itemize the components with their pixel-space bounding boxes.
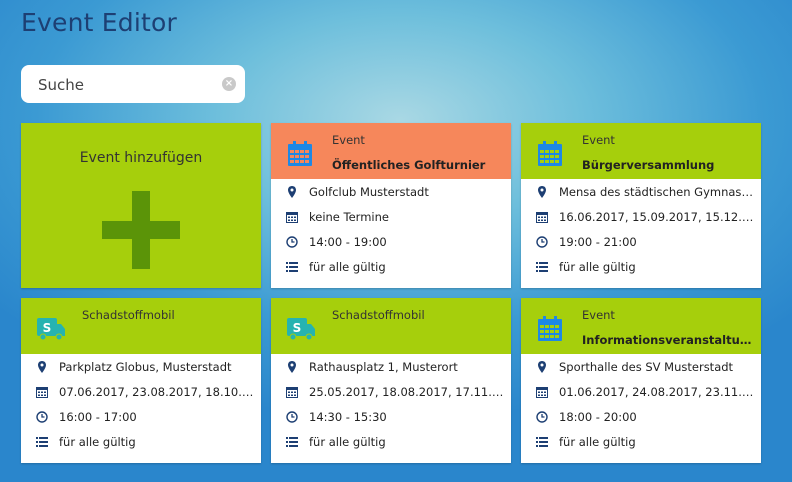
card-header: Event Bürgerversammlung: [521, 123, 761, 179]
card-time-row: 18:00 - 20:00: [521, 408, 761, 428]
card-validity: für alle gültig: [309, 435, 386, 449]
card-dates: 07.06.2017, 23.08.2017, 18.10.20...: [59, 385, 255, 399]
card-time-row: 14:30 - 15:30: [271, 408, 511, 428]
card-header: S Schadstoffmobil: [271, 298, 511, 354]
card-time-row: 19:00 - 21:00: [521, 233, 761, 253]
add-event-label: Event hinzufügen: [79, 150, 203, 166]
card-validity-row: für alle gültig: [21, 433, 261, 453]
event-card[interactable]: Event Öffentliches Golfturnier Golfclub …: [271, 123, 511, 288]
event-card[interactable]: S Schadstoffmobil Rathausplatz 1, Muster…: [271, 298, 511, 463]
card-dates: 01.06.2017, 24.08.2017, 23.11.20...: [559, 385, 755, 399]
truck-icon: S: [287, 318, 315, 341]
map-marker-icon: [288, 186, 296, 198]
page-title: Event Editor: [21, 8, 177, 37]
card-validity-row: für alle gültig: [521, 433, 761, 453]
calendar-icon: [538, 141, 562, 166]
plus-icon-bar: [102, 221, 180, 239]
card-type: Schadstoffmobil: [82, 308, 175, 322]
card-location-row: Mensa des städtischen Gymnasi...: [521, 183, 761, 203]
map-marker-icon: [288, 361, 296, 373]
card-type: Event: [582, 308, 615, 322]
calendar-icon: [538, 316, 562, 341]
card-time: 14:30 - 15:30: [309, 410, 387, 424]
event-card[interactable]: Event Informationsveranstaltung... Sport…: [521, 298, 761, 463]
list-icon: [36, 437, 48, 447]
card-location-row: Sporthalle des SV Musterstadt: [521, 358, 761, 378]
clear-search-icon[interactable]: ×: [222, 77, 236, 91]
card-location: Rathausplatz 1, Musterort: [309, 360, 458, 374]
calendar-small-icon: [36, 387, 48, 398]
card-validity-row: für alle gültig: [271, 258, 511, 278]
calendar-small-icon: [286, 212, 298, 223]
card-header: Event Öffentliches Golfturnier: [271, 123, 511, 179]
card-header: Event Informationsveranstaltung...: [521, 298, 761, 354]
card-time: 14:00 - 19:00: [309, 235, 387, 249]
card-dates-row: 16.06.2017, 15.09.2017, 15.12.20...: [521, 208, 761, 228]
card-validity: für alle gültig: [59, 435, 136, 449]
card-dates-row: keine Termine: [271, 208, 511, 228]
card-location-row: Rathausplatz 1, Musterort: [271, 358, 511, 378]
clock-icon: [36, 411, 48, 423]
map-marker-icon: [38, 361, 46, 373]
truck-icon: S: [37, 318, 65, 341]
card-location: Parkplatz Globus, Musterstadt: [59, 360, 232, 374]
card-time: 18:00 - 20:00: [559, 410, 637, 424]
card-validity-row: für alle gültig: [521, 258, 761, 278]
card-location: Mensa des städtischen Gymnasi...: [559, 185, 755, 199]
card-title: Öffentliches Golfturnier: [332, 158, 486, 172]
card-validity: für alle gültig: [309, 260, 386, 274]
card-time-row: 14:00 - 19:00: [271, 233, 511, 253]
card-title: Informationsveranstaltung...: [582, 333, 754, 347]
calendar-small-icon: [536, 212, 548, 223]
card-type: Event: [582, 133, 615, 147]
card-time: 16:00 - 17:00: [59, 410, 137, 424]
list-icon: [536, 437, 548, 447]
card-validity: für alle gültig: [559, 260, 636, 274]
list-icon: [286, 437, 298, 447]
add-event-tile[interactable]: Event hinzufügen: [21, 123, 261, 288]
card-header: S Schadstoffmobil: [21, 298, 261, 354]
event-card[interactable]: Event Bürgerversammlung Mensa des städti…: [521, 123, 761, 288]
card-time-row: 16:00 - 17:00: [21, 408, 261, 428]
clock-icon: [286, 236, 298, 248]
clock-icon: [536, 236, 548, 248]
card-dates-row: 07.06.2017, 23.08.2017, 18.10.20...: [21, 383, 261, 403]
card-title: Bürgerversammlung: [582, 158, 715, 172]
card-type: Event: [332, 133, 365, 147]
calendar-icon: [288, 141, 312, 166]
card-dates-row: 25.05.2017, 18.08.2017, 17.11.20...: [271, 383, 511, 403]
list-icon: [286, 262, 298, 272]
card-dates: 25.05.2017, 18.08.2017, 17.11.20...: [309, 385, 505, 399]
card-dates: keine Termine: [309, 210, 389, 224]
card-location-row: Golfclub Musterstadt: [271, 183, 511, 203]
search-input[interactable]: [36, 74, 220, 96]
map-marker-icon: [538, 361, 546, 373]
card-dates-row: 01.06.2017, 24.08.2017, 23.11.20...: [521, 383, 761, 403]
card-location: Sporthalle des SV Musterstadt: [559, 360, 734, 374]
card-location-row: Parkplatz Globus, Musterstadt: [21, 358, 261, 378]
card-type: Schadstoffmobil: [332, 308, 425, 322]
truck-letter: S: [293, 321, 302, 335]
card-time: 19:00 - 21:00: [559, 235, 637, 249]
calendar-small-icon: [286, 387, 298, 398]
list-icon: [536, 262, 548, 272]
card-location: Golfclub Musterstadt: [309, 185, 429, 199]
clock-icon: [286, 411, 298, 423]
truck-letter: S: [43, 321, 52, 335]
calendar-small-icon: [536, 387, 548, 398]
card-dates: 16.06.2017, 15.09.2017, 15.12.20...: [559, 210, 755, 224]
card-validity: für alle gültig: [559, 435, 636, 449]
card-validity-row: für alle gültig: [271, 433, 511, 453]
map-marker-icon: [538, 186, 546, 198]
event-card[interactable]: S Schadstoffmobil Parkplatz Globus, Must…: [21, 298, 261, 463]
search-box[interactable]: ×: [21, 65, 245, 103]
clock-icon: [536, 411, 548, 423]
